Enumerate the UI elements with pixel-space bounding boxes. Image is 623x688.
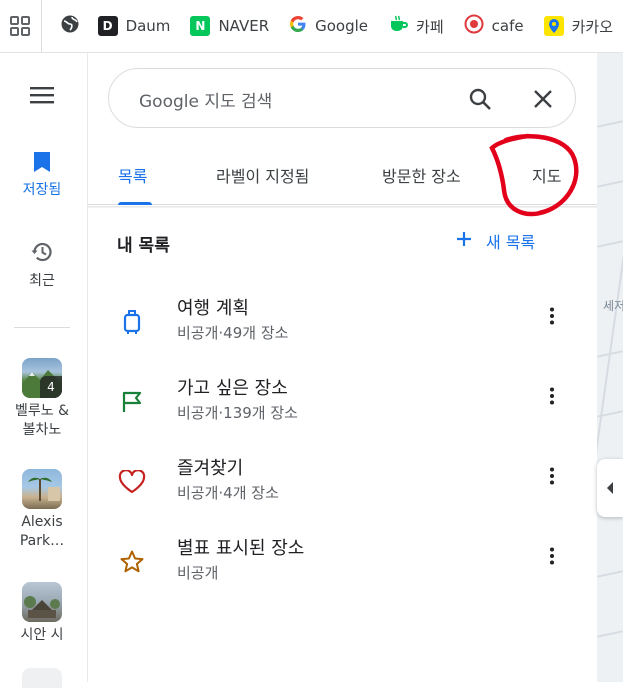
menu-button[interactable] xyxy=(0,85,84,109)
chevron-left-icon xyxy=(606,479,614,498)
bookmark-cafe-kr[interactable]: 카페 xyxy=(378,0,454,53)
plus-icon xyxy=(456,231,472,251)
list-item-travel[interactable]: 여행 계획 비공개·49개 장소 xyxy=(88,288,597,358)
place-thumbnail xyxy=(22,469,62,509)
star-icon xyxy=(118,548,146,576)
bookmark-daum[interactable]: D Daum xyxy=(88,0,181,53)
google-icon xyxy=(289,15,307,37)
list-meta: 비공개·139개 장소 xyxy=(177,404,298,422)
new-list-button[interactable]: 새 목록 xyxy=(456,229,535,253)
list-meta: 비공개·49개 장소 xyxy=(177,324,289,342)
tab-shadow xyxy=(88,206,597,208)
place-count-badge: 4 xyxy=(40,376,62,398)
rail-place-label: 시안 시 xyxy=(20,627,64,643)
flag-icon xyxy=(118,388,146,416)
list-item-want-to-go[interactable]: 가고 싶은 장소 비공개·139개 장소 xyxy=(88,368,597,438)
map-street-label: 세저 xyxy=(603,299,623,313)
list-title: 여행 계획 xyxy=(177,298,249,319)
rail-place-xian[interactable]: 시안 시 xyxy=(0,582,84,645)
bookmarks-bar: D Daum N NAVER Google 카페 cafe 카카오 xyxy=(0,0,623,53)
suitcase-icon xyxy=(118,308,146,336)
bookmark-kakaomap[interactable]: 카카오 xyxy=(534,0,623,53)
more-vert-icon[interactable] xyxy=(542,464,562,488)
rail-place-label: 벨루노 & 볼차노 xyxy=(14,403,69,438)
globe-icon xyxy=(60,14,80,38)
more-vert-icon[interactable] xyxy=(542,544,562,568)
place-thumbnail xyxy=(22,582,62,622)
rail-place-label: Alexis Park… xyxy=(19,514,65,549)
list-item-favorites[interactable]: 즐겨찾기 비공개·4개 장소 xyxy=(88,448,597,518)
search-box[interactable]: Google 지도 검색 xyxy=(108,68,576,128)
tab-visited[interactable]: 방문한 장소 xyxy=(382,163,461,187)
list-meta: 비공개·4개 장소 xyxy=(177,484,279,502)
rail-recent[interactable]: 최근 xyxy=(0,240,84,291)
tab-maps[interactable]: 지도 xyxy=(532,163,561,187)
bookmark-cafe[interactable]: cafe xyxy=(454,0,534,53)
search-icon[interactable] xyxy=(466,85,494,113)
bookmark-naver[interactable]: N NAVER xyxy=(180,0,279,53)
tab-bar: 목록 라벨이 지정됨 방문한 장소 지도 xyxy=(88,149,597,205)
bookmark-icon xyxy=(33,152,51,177)
close-icon[interactable] xyxy=(529,85,557,113)
section-title: 내 목록 xyxy=(117,236,170,256)
rail-saved-label: 저장됨 xyxy=(22,182,62,198)
active-tab-indicator xyxy=(118,202,152,205)
new-list-label: 새 목록 xyxy=(486,233,536,252)
hamburger-icon xyxy=(30,87,54,109)
place-thumbnail: 4 xyxy=(22,358,62,398)
kakaomap-icon xyxy=(543,16,564,36)
list-title: 가고 싶은 장소 xyxy=(177,378,288,399)
daum-icon: D xyxy=(97,16,118,36)
cafe-cup-icon xyxy=(388,14,408,38)
rail-saved[interactable]: 저장됨 xyxy=(0,151,84,200)
rail-more-thumbnail[interactable] xyxy=(22,668,62,688)
bookmark-google[interactable]: Google xyxy=(279,0,378,53)
list-meta: 비공개 xyxy=(177,564,219,582)
search-input[interactable]: Google 지도 검색 xyxy=(139,87,272,112)
rail-recent-label: 최근 xyxy=(29,273,55,289)
collapse-panel-button[interactable] xyxy=(597,459,623,517)
list-title: 별표 표시된 장소 xyxy=(177,538,305,559)
saved-panel: Google 지도 검색 목록 라벨이 지정됨 방문한 장소 지도 내 목록 새… xyxy=(88,53,597,682)
left-rail: 저장됨 최근 4 벨루노 & 볼차노 Alexis Park… 시안 시 xyxy=(0,53,88,688)
more-vert-icon[interactable] xyxy=(542,304,562,328)
apps-grid-icon[interactable] xyxy=(0,0,42,53)
list-title: 즐겨찾기 xyxy=(177,458,244,479)
history-icon xyxy=(30,242,54,268)
tab-labeled[interactable]: 라벨이 지정됨 xyxy=(216,163,309,187)
naver-icon: N xyxy=(190,16,211,36)
bookmark-globe[interactable] xyxy=(42,0,88,53)
tab-lists[interactable]: 목록 xyxy=(118,163,147,187)
rail-place-alexis[interactable]: Alexis Park… xyxy=(0,469,84,551)
list-item-starred[interactable]: 별표 표시된 장소 비공개 xyxy=(88,528,597,598)
rail-divider xyxy=(14,327,70,328)
heart-icon xyxy=(118,468,146,496)
more-vert-icon[interactable] xyxy=(542,384,562,408)
rail-place-belluno[interactable]: 4 벨루노 & 볼차노 xyxy=(0,358,84,440)
map-canvas[interactable]: 세저 xyxy=(597,53,623,682)
cafe-badge-icon xyxy=(464,14,484,38)
